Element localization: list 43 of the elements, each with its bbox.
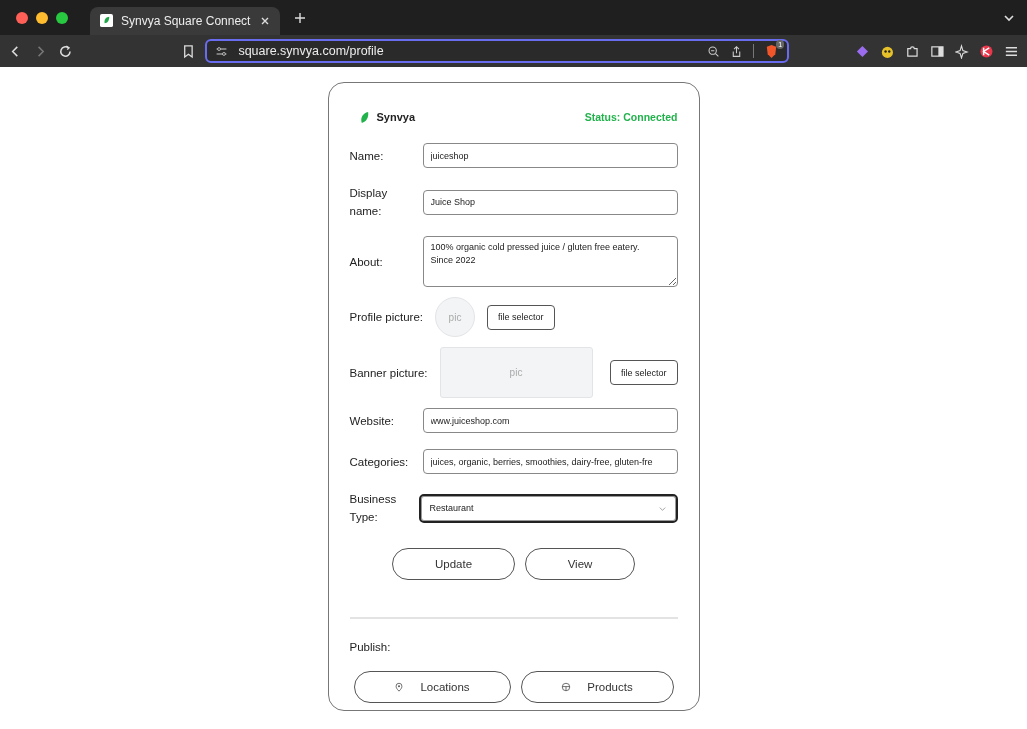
location-pin-icon	[394, 682, 405, 692]
file-selector-button[interactable]: file selector	[487, 304, 555, 330]
action-button[interactable]: Update	[392, 548, 515, 580]
publish-button[interactable]: Locations	[353, 671, 511, 703]
text-field[interactable]: www.juiceshop.com	[422, 408, 678, 433]
zoom-out-icon[interactable]	[707, 44, 721, 58]
extension-icon[interactable]	[979, 43, 995, 59]
close-window-button[interactable]	[16, 11, 28, 24]
business-type-select[interactable]: Restaurant	[418, 493, 678, 523]
sliders-icon[interactable]	[215, 44, 229, 58]
field-label: Name:	[349, 148, 385, 164]
field-label: Profile picture:	[349, 310, 423, 325]
field-label: Banner picture:	[349, 365, 428, 381]
leaf-icon	[359, 110, 369, 124]
publish-button[interactable]: Products	[520, 671, 674, 703]
placeholder-text: pic	[509, 367, 523, 378]
browser-tab[interactable]: Synvya Square Connect	[90, 6, 280, 35]
file-selector-button[interactable]: file selector	[609, 360, 678, 385]
url-text: square.synvya.com/profile	[238, 44, 385, 58]
leaf-icon	[100, 14, 113, 27]
text-field[interactable]: juices, organic, berries, smoothies, dairy-free, gluten-fre	[422, 449, 678, 474]
text-field[interactable]: juiceshop	[422, 143, 678, 168]
tab-title: Synvya Square Connect	[121, 13, 252, 28]
sidebar-icon[interactable]	[929, 43, 945, 59]
field-label: Display name:	[349, 186, 389, 219]
sparkle-icon[interactable]	[954, 43, 970, 59]
diamond-icon[interactable]	[855, 43, 870, 59]
reload-icon[interactable]	[57, 43, 73, 59]
field-label: About:	[349, 254, 384, 270]
about-field[interactable]: 100% organic cold pressed juice / gluten free eatery. Since 2022	[422, 236, 678, 287]
text-field[interactable]: Juice Shop	[422, 189, 678, 215]
placeholder-text: pic	[448, 311, 462, 323]
new-tab-icon[interactable]	[294, 11, 306, 24]
brand-name: Synvya	[376, 111, 416, 123]
field-label: Categories:	[349, 454, 410, 470]
close-icon[interactable]	[260, 15, 270, 26]
field-label: Business Type:	[349, 492, 398, 525]
publish-label: Publish:	[349, 641, 392, 653]
action-button[interactable]: View	[525, 548, 635, 580]
connection-status: Status: Connected	[584, 111, 678, 123]
minimize-window-button[interactable]	[36, 11, 48, 24]
maximize-window-button[interactable]	[56, 11, 68, 24]
field-label: Website:	[349, 413, 396, 429]
